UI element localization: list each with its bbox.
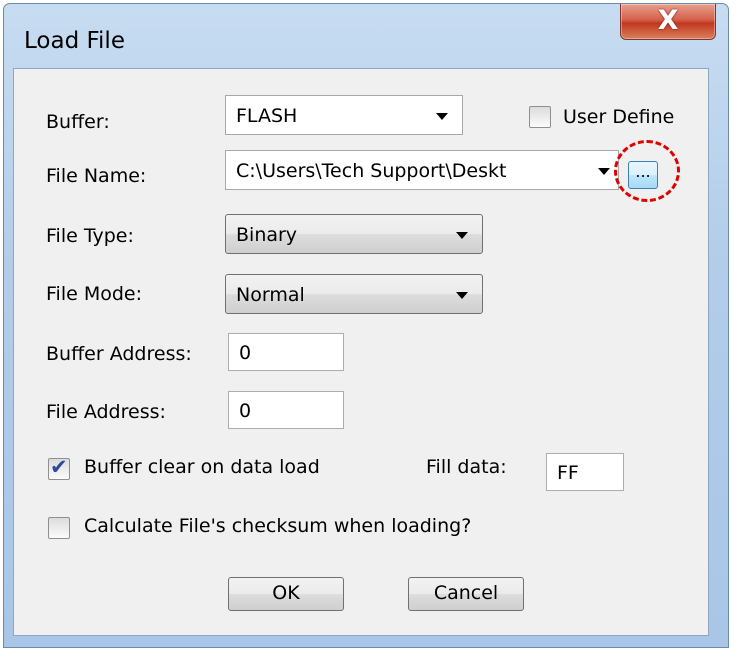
chevron-down-icon: [456, 232, 468, 239]
checksum-checkbox[interactable]: [48, 517, 70, 539]
file-name-label: File Name:: [46, 165, 147, 187]
buffer-address-input[interactable]: 0: [228, 333, 344, 371]
buffer-clear-checkbox[interactable]: ✔: [48, 455, 70, 480]
fill-data-value: FF: [557, 462, 579, 484]
ok-button[interactable]: OK: [228, 577, 344, 611]
file-mode-value: Normal: [236, 284, 305, 306]
user-define-label: User Define: [563, 106, 675, 128]
file-name-combo[interactable]: C:\Users\Tech Support\Deskt: [225, 150, 619, 190]
close-button[interactable]: X: [620, 4, 716, 40]
chevron-down-icon: [456, 292, 468, 299]
file-address-label: File Address:: [46, 401, 166, 423]
buffer-select[interactable]: FLASH: [225, 95, 463, 135]
chevron-down-icon: [436, 113, 448, 120]
buffer-clear-label: Buffer clear on data load: [84, 456, 320, 478]
buffer-address-label: Buffer Address:: [46, 343, 192, 365]
buffer-select-value: FLASH: [236, 105, 298, 127]
file-name-value: C:\Users\Tech Support\Deskt: [236, 160, 507, 182]
file-type-select[interactable]: Binary: [225, 214, 483, 254]
file-mode-select[interactable]: Normal: [225, 274, 483, 314]
buffer-address-value: 0: [239, 342, 252, 364]
checkmark-icon: ✔: [50, 455, 68, 479]
chevron-down-icon: [598, 168, 610, 175]
file-address-input[interactable]: 0: [228, 391, 344, 429]
file-type-label: File Type:: [46, 225, 134, 247]
cancel-button[interactable]: Cancel: [408, 577, 524, 611]
title-bar[interactable]: Load File X: [4, 4, 728, 72]
dialog-title: Load File: [24, 28, 125, 54]
checksum-label: Calculate File's checksum when loading?: [84, 515, 472, 537]
file-address-value: 0: [239, 400, 252, 422]
fill-data-label: Fill data:: [426, 456, 507, 478]
user-define-checkbox[interactable]: [529, 106, 551, 128]
fill-data-input[interactable]: FF: [546, 453, 624, 491]
browse-highlight-circle: [614, 140, 680, 202]
file-type-value: Binary: [236, 224, 298, 246]
file-mode-label: File Mode:: [46, 283, 143, 305]
close-icon: X: [657, 5, 679, 36]
buffer-label: Buffer:: [46, 111, 110, 133]
